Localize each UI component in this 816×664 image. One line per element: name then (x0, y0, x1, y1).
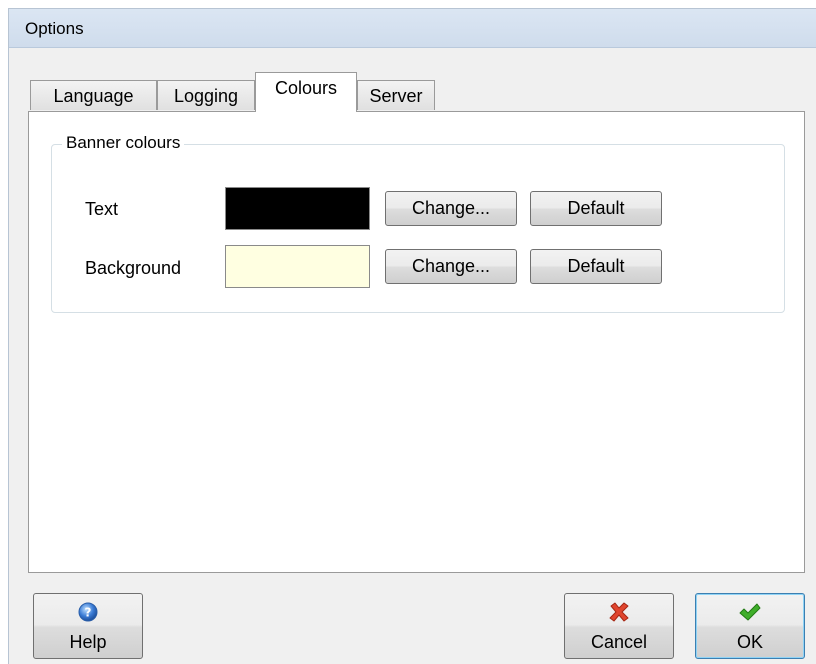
text-colour-swatch (225, 187, 370, 230)
tab-label: Colours (274, 78, 338, 98)
green-check-icon (696, 600, 804, 624)
tab-label: Language (53, 86, 134, 106)
default-background-colour-button[interactable]: Default (530, 249, 662, 284)
background-colour-label: Background (85, 258, 182, 278)
group-title: Banner colours (62, 133, 185, 153)
tab-label: Logging (173, 86, 239, 106)
options-dialog: Options Language Logging Colours Server … (8, 8, 816, 664)
tab-server[interactable]: Server (357, 80, 435, 110)
colours-tab-panel: Banner colours Text Change... Default Ba… (28, 111, 805, 573)
svg-text:?: ? (85, 606, 92, 620)
tab-logging[interactable]: Logging (157, 80, 255, 110)
button-label: Change... (411, 198, 491, 218)
ok-button[interactable]: OK (695, 593, 805, 659)
button-label: Change... (411, 256, 491, 276)
tab-colours[interactable]: Colours (255, 72, 357, 112)
help-button[interactable]: ? Help (33, 593, 143, 659)
change-background-colour-button[interactable]: Change... (385, 249, 517, 284)
title-bar[interactable]: Options (9, 9, 816, 48)
cancel-label: Cancel (590, 632, 648, 652)
window-title: Options (25, 19, 84, 38)
cancel-button[interactable]: Cancel (564, 593, 674, 659)
tab-language[interactable]: Language (30, 80, 157, 110)
button-label: Default (567, 198, 625, 218)
help-label: Help (69, 632, 107, 652)
ok-label: OK (736, 632, 763, 652)
button-label: Default (567, 256, 625, 276)
dialog-client-area: Language Logging Colours Server Banner c… (9, 48, 816, 664)
change-text-colour-button[interactable]: Change... (385, 191, 517, 226)
banner-colours-group: Banner colours Text Change... Default Ba… (51, 133, 785, 313)
red-x-icon (565, 600, 673, 624)
default-text-colour-button[interactable]: Default (530, 191, 662, 226)
background-colour-swatch (225, 245, 370, 288)
tab-label: Server (369, 86, 423, 106)
text-colour-label: Text (85, 199, 119, 219)
help-icon: ? (34, 600, 142, 624)
